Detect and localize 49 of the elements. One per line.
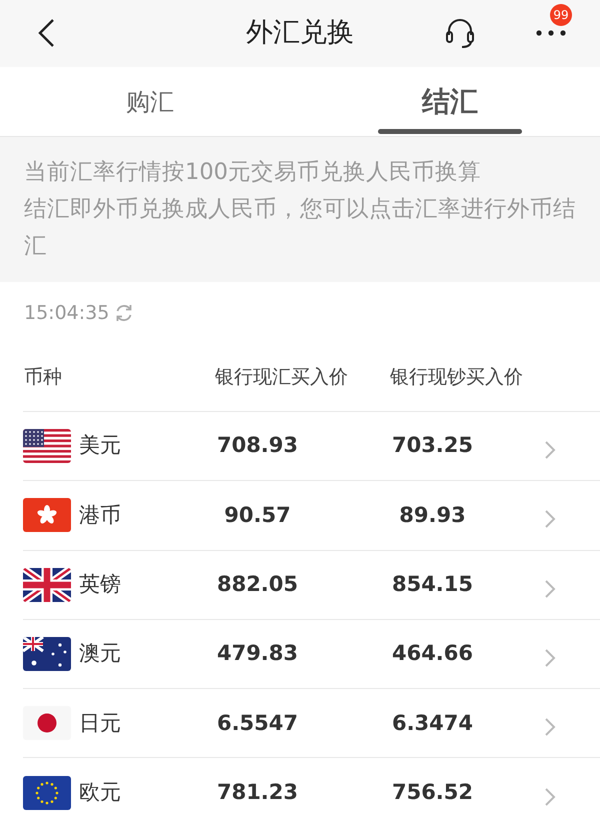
spot-rate: 6.5547 xyxy=(216,710,300,737)
notice-text: 当前汇率行情按100元交易币兑换人民币换算 xyxy=(24,158,482,187)
flag-icon xyxy=(23,568,71,602)
chevron-icon xyxy=(544,440,556,460)
cash-rate: 89.93 xyxy=(398,502,467,529)
page-title: 外汇兑换 xyxy=(246,17,354,48)
column-header: 币种 xyxy=(24,365,63,390)
spot-rate: 479.83 xyxy=(216,640,300,668)
cash-rate: 756.52 xyxy=(390,778,474,806)
spot-rate: 90.57 xyxy=(223,502,292,529)
chevron-icon xyxy=(544,509,556,530)
headset-icon[interactable] xyxy=(444,17,476,49)
column-header: 银行现钞买入价 xyxy=(389,365,524,390)
chevron-icon xyxy=(544,717,556,738)
column-header: 银行现汇买入价 xyxy=(214,365,349,390)
currency-row[interactable]: 美元 708.93 703.25 xyxy=(23,411,600,480)
cash-rate: 854.15 xyxy=(390,570,474,598)
flag-icon xyxy=(23,776,71,810)
update-time: 15:04:35 xyxy=(24,300,110,326)
cash-rate: 464.66 xyxy=(390,640,474,668)
chevron-icon xyxy=(544,578,556,599)
currency-name: 港币 xyxy=(79,502,121,529)
cash-rate: 6.3474 xyxy=(390,710,474,737)
currency-row[interactable]: 欧元 781.23 756.52 xyxy=(23,757,600,821)
chevron-icon xyxy=(544,648,556,668)
currency-name: 欧元 xyxy=(79,778,121,806)
currency-row[interactable]: 港币 90.57 89.93 xyxy=(23,480,600,550)
chevron-icon xyxy=(544,786,556,807)
currency-name: 美元 xyxy=(79,432,121,460)
currency-row[interactable]: 日元 6.5547 6.3474 xyxy=(23,688,600,758)
spot-rate: 781.23 xyxy=(216,778,300,806)
currency-row[interactable]: 英镑 882.05 854.15 xyxy=(23,550,600,619)
cash-rate: 703.25 xyxy=(390,432,474,460)
back-icon[interactable] xyxy=(36,18,56,48)
flag-icon xyxy=(23,429,71,464)
spot-rate: 882.05 xyxy=(216,570,300,598)
notification-count: 99 xyxy=(550,4,572,26)
tab[interactable]: 购汇 xyxy=(0,67,300,137)
currency-name: 澳元 xyxy=(79,640,121,668)
flag-icon xyxy=(23,498,71,532)
currency-name: 英镑 xyxy=(79,570,121,598)
flag-icon xyxy=(23,706,71,740)
currency-row[interactable]: 澳元 479.83 464.66 xyxy=(23,618,600,688)
spot-rate: 708.93 xyxy=(216,432,300,460)
flag-icon xyxy=(23,637,71,672)
more-icon[interactable] xyxy=(535,28,567,38)
notice-text: 结汇即外币兑换成人民币，您可以点击汇率进行外币结汇 xyxy=(24,195,576,261)
tab[interactable]: 结汇 xyxy=(300,67,600,137)
currency-name: 日元 xyxy=(79,710,121,737)
